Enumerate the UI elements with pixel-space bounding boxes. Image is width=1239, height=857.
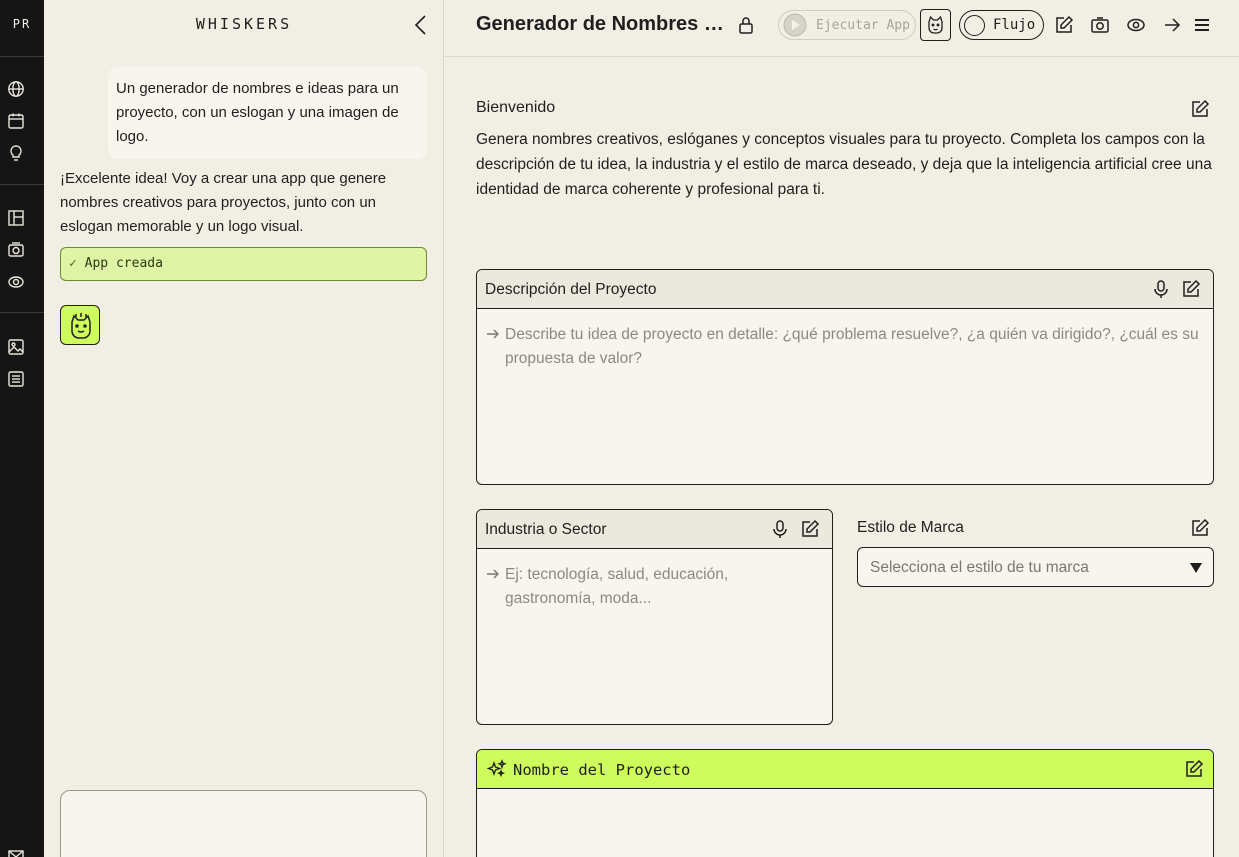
arrow-right-icon[interactable] — [1162, 15, 1182, 35]
edit-icon[interactable] — [1054, 15, 1074, 35]
app-header: Generador de Nombres y Eslóganes Ejecuta… — [444, 0, 1239, 57]
industry-input[interactable]: Ej: tecnología, salud, educación, gastro… — [477, 549, 832, 611]
rail-divider — [0, 312, 44, 313]
play-icon — [783, 13, 807, 37]
welcome-title: Bienvenido — [476, 99, 556, 116]
chevron-left-icon — [414, 15, 426, 35]
flow-label: Flujo — [993, 17, 1036, 33]
arrow-right-icon — [486, 567, 500, 581]
welcome-text: Genera nombres creativos, eslóganes y co… — [476, 131, 1212, 198]
check-icon: ✓ — [69, 256, 77, 271]
microphone-icon[interactable] — [1151, 279, 1171, 299]
chat-input[interactable] — [60, 790, 427, 857]
microphone-icon[interactable] — [770, 519, 790, 539]
calendar-icon[interactable] — [7, 112, 25, 130]
run-app-label: Ejecutar App — [816, 18, 910, 33]
chat-title: WHISKERS — [195, 15, 293, 33]
mail-icon[interactable] — [7, 848, 25, 857]
project-description-field: Descripción del Proyecto Describe tu ide… — [476, 269, 1214, 485]
eye-icon[interactable] — [7, 273, 25, 291]
globe-icon[interactable] — [7, 80, 25, 98]
rail-divider — [0, 56, 44, 57]
flow-button[interactable]: Flujo — [959, 10, 1044, 40]
field-label: Descripción del Proyecto — [485, 281, 657, 298]
arrow-right-icon — [486, 327, 500, 341]
field-header: Descripción del Proyecto — [477, 270, 1213, 309]
caret-down-icon — [1189, 562, 1203, 574]
eye-icon[interactable] — [1126, 15, 1146, 35]
edit-icon[interactable] — [1190, 99, 1210, 119]
app-title: Generador de Nombres y Eslóganes — [476, 13, 724, 35]
sparkle-icon — [487, 759, 507, 779]
app-created-label: App creada — [84, 256, 163, 271]
field-header: Nombre del Proyecto — [477, 750, 1213, 789]
field-label: Nombre del Proyecto — [513, 761, 691, 779]
project-name-output: Nombre del Proyecto — [476, 749, 1214, 857]
brand-style-select[interactable]: Selecciona el estilo de tu marca — [857, 547, 1214, 587]
field-header: Industria o Sector — [477, 510, 832, 549]
cat-face-icon — [71, 313, 91, 339]
industry-field: Industria o Sector Ej: tecnología, salud… — [476, 509, 833, 725]
run-app-button[interactable]: Ejecutar App — [778, 10, 916, 40]
select-placeholder: Selecciona el estilo de tu marca — [870, 559, 1089, 576]
app-canvas: Bienvenido Genera nombres creativos, esl… — [444, 57, 1239, 857]
assistant-toggle-button[interactable] — [920, 9, 951, 41]
camera-icon[interactable] — [1090, 15, 1110, 35]
edit-icon[interactable] — [1181, 279, 1201, 299]
camera-icon[interactable] — [7, 241, 25, 259]
list-icon[interactable] — [7, 370, 25, 388]
layout-icon[interactable] — [7, 209, 25, 227]
workspace-badge[interactable]: PR — [0, 17, 44, 31]
cat-face-icon — [928, 15, 943, 34]
left-rail: PR — [0, 0, 44, 857]
edit-icon[interactable] — [1184, 759, 1204, 779]
field-placeholder: Ej: tecnología, salud, educación, gastro… — [505, 566, 729, 607]
edit-icon[interactable] — [1190, 518, 1210, 538]
lock-icon[interactable] — [736, 15, 756, 35]
project-description-input[interactable]: Describe tu idea de proyecto en detalle:… — [477, 309, 1213, 371]
user-message: Un generador de nombres e ideas para un … — [108, 67, 427, 159]
image-icon[interactable] — [7, 338, 25, 356]
rail-divider — [0, 184, 44, 185]
chat-panel: WHISKERS Un generador de nombres e ideas… — [44, 0, 444, 857]
app-created-status[interactable]: ✓ App creada — [60, 247, 427, 281]
assistant-message: ¡Excelente idea! Voy a crear una app que… — [60, 170, 387, 235]
edit-icon[interactable] — [800, 519, 820, 539]
menu-icon[interactable] — [1192, 15, 1212, 35]
field-placeholder: Describe tu idea de proyecto en detalle:… — [505, 326, 1199, 367]
field-label: Industria o Sector — [485, 521, 607, 538]
circle-icon — [964, 15, 985, 36]
brand-style-label: Estilo de Marca — [857, 519, 964, 536]
assistant-avatar — [60, 305, 100, 345]
collapse-panel-button[interactable] — [411, 14, 431, 36]
lightbulb-icon[interactable] — [7, 144, 25, 162]
